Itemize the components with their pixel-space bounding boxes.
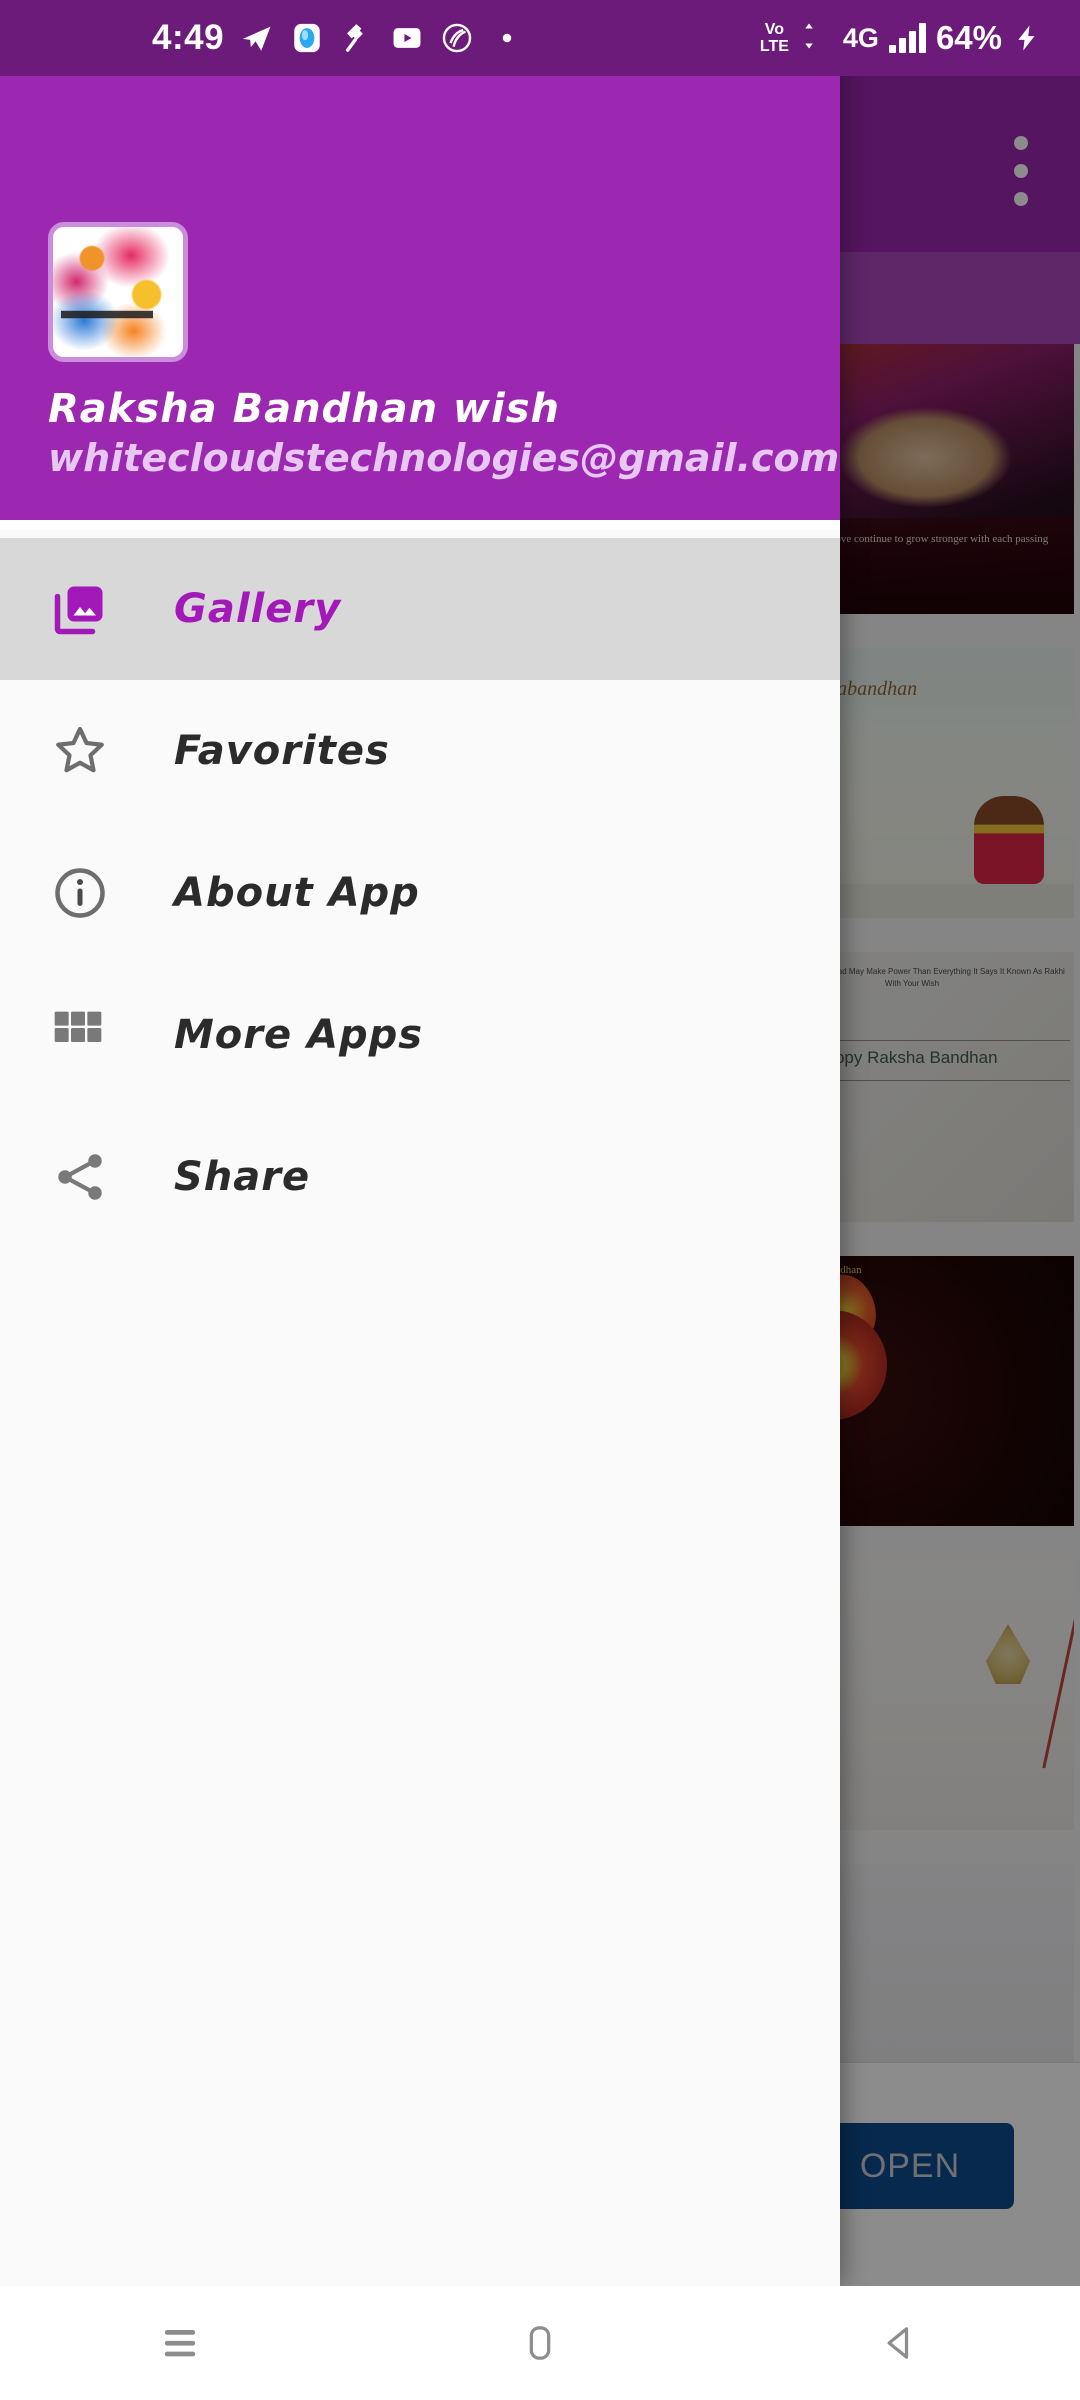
drawer-header: Raksha Bandhan wish whitecloudstechnolog… [0, 0, 840, 520]
network-type-label: 4G [842, 22, 879, 53]
home-icon[interactable] [480, 2286, 600, 2400]
drawer-menu: Gallery Favorites About App More Apps Sh… [0, 530, 840, 2286]
drawer-item-gallery[interactable]: Gallery [0, 538, 840, 680]
signal-bars-icon [888, 23, 926, 53]
drawer-item-more-apps[interactable]: More Apps [0, 964, 840, 1106]
drawer-item-share[interactable]: Share [0, 1106, 840, 1248]
android-nav-bar [0, 2286, 1080, 2400]
search-pin-icon [340, 21, 374, 55]
drawer-divider [0, 520, 840, 530]
volte-icon: Vo LTE [759, 21, 789, 55]
app-name: Raksha Bandhan wish [48, 386, 561, 432]
back-icon[interactable] [840, 2286, 960, 2400]
gallery-icon [50, 579, 146, 639]
drawer-item-label: More Apps [174, 1012, 424, 1058]
grid-icon [50, 1007, 146, 1063]
telegram-icon [240, 21, 274, 55]
battery-percent-label: 64% [935, 19, 1002, 56]
raksha-bandhan-app-icon [48, 222, 188, 362]
app-email: whitecloudstechnologies@gmail.com [48, 436, 840, 480]
drawer-item-label: Share [174, 1154, 311, 1200]
drawer-item-about-app[interactable]: About App [0, 822, 840, 964]
share-icon [50, 1147, 146, 1207]
charging-bolt-icon [1012, 21, 1046, 55]
info-icon [50, 863, 146, 923]
youtube-icon [390, 21, 424, 55]
status-bar-clock: 4:49 [152, 18, 225, 57]
browser-icon [290, 21, 324, 55]
drawer-item-label: Favorites [174, 728, 390, 774]
spiral-app-icon [440, 21, 474, 55]
dot-indicator-icon [490, 21, 524, 55]
navigation-drawer: Raksha Bandhan wish whitecloudstechnolog… [0, 0, 840, 2286]
drawer-item-label: About App [174, 870, 420, 916]
star-icon [50, 721, 146, 781]
status-bar: 4:49 Vo LTE 4G 64% [0, 0, 1080, 76]
phone-screen: “This Raksha Bandhan, I pray to God that… [0, 0, 1080, 2400]
recents-icon[interactable] [120, 2286, 240, 2400]
drawer-item-label: Gallery [174, 586, 342, 632]
drawer-item-favorites[interactable]: Favorites [0, 680, 840, 822]
data-transfer-icon [799, 21, 833, 55]
